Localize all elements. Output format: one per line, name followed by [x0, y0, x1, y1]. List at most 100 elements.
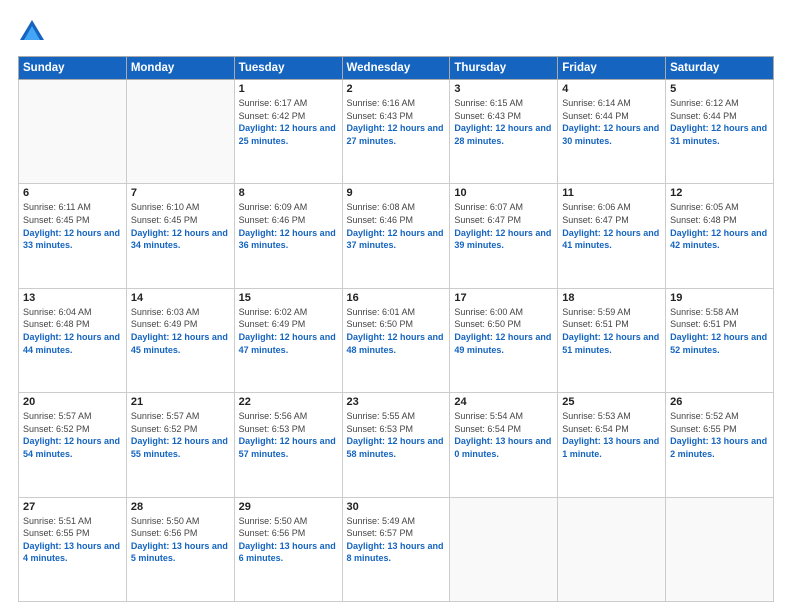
day-info: Sunrise: 5:59 AMSunset: 6:51 PMDaylight:…: [562, 306, 661, 356]
day-number: 11: [562, 187, 661, 199]
daylight-hours: Daylight: 12 hours and 31 minutes.: [670, 123, 767, 146]
daylight-hours: Daylight: 12 hours and 30 minutes.: [562, 123, 659, 146]
day-info: Sunrise: 6:03 AMSunset: 6:49 PMDaylight:…: [131, 306, 230, 356]
day-number: 13: [23, 292, 122, 304]
calendar-week-row: 6 Sunrise: 6:11 AMSunset: 6:45 PMDaylight…: [19, 184, 774, 288]
day-info: Sunrise: 6:17 AMSunset: 6:42 PMDaylight:…: [239, 97, 338, 147]
logo: [18, 18, 48, 46]
day-info: Sunrise: 6:05 AMSunset: 6:48 PMDaylight:…: [670, 201, 769, 251]
header: [18, 18, 774, 46]
day-info: Sunrise: 6:02 AMSunset: 6:49 PMDaylight:…: [239, 306, 338, 356]
day-number: 5: [670, 83, 769, 95]
day-info: Sunrise: 6:00 AMSunset: 6:50 PMDaylight:…: [454, 306, 553, 356]
calendar-cell: 16Sunrise: 6:01 AMSunset: 6:50 PMDayligh…: [342, 288, 450, 392]
daylight-hours: Daylight: 12 hours and 52 minutes.: [670, 332, 767, 355]
calendar-cell: [450, 497, 558, 601]
day-info: Sunrise: 5:51 AMSunset: 6:55 PMDaylight:…: [23, 515, 122, 565]
day-number: 8: [239, 187, 338, 199]
logo-icon: [18, 18, 46, 46]
day-info: Sunrise: 5:57 AMSunset: 6:52 PMDaylight:…: [131, 410, 230, 460]
day-number: 30: [347, 501, 446, 513]
day-info: Sunrise: 6:04 AMSunset: 6:48 PMDaylight:…: [23, 306, 122, 356]
calendar-cell: 12 Sunrise: 6:05 AMSunset: 6:48 PMDayligh…: [666, 184, 774, 288]
day-info: Sunrise: 5:52 AMSunset: 6:55 PMDaylight:…: [670, 410, 769, 460]
day-info: Sunrise: 6:15 AMSunset: 6:43 PMDaylight:…: [454, 97, 553, 147]
calendar-table: SundayMondayTuesdayWednesdayThursdayFrid…: [18, 56, 774, 602]
day-info: Sunrise: 5:54 AMSunset: 6:54 PMDaylight:…: [454, 410, 553, 460]
calendar-cell: 8 Sunrise: 6:09 AMSunset: 6:46 PMDaylight…: [234, 184, 342, 288]
daylight-hours: Daylight: 12 hours and 57 minutes.: [239, 436, 336, 459]
calendar-cell: 30Sunrise: 5:49 AMSunset: 6:57 PMDayligh…: [342, 497, 450, 601]
calendar-cell: 24Sunrise: 5:54 AMSunset: 6:54 PMDayligh…: [450, 393, 558, 497]
day-info: Sunrise: 6:09 AMSunset: 6:46 PMDaylight:…: [239, 201, 338, 251]
calendar-page: SundayMondayTuesdayWednesdayThursdayFrid…: [0, 0, 792, 612]
daylight-hours: Daylight: 12 hours and 39 minutes.: [454, 228, 551, 251]
daylight-hours: Daylight: 12 hours and 48 minutes.: [347, 332, 444, 355]
calendar-cell: 17Sunrise: 6:00 AMSunset: 6:50 PMDayligh…: [450, 288, 558, 392]
day-number: 25: [562, 396, 661, 408]
daylight-hours: Daylight: 13 hours and 5 minutes.: [131, 541, 228, 564]
calendar-cell: 20 Sunrise: 5:57 AMSunset: 6:52 PMDayligh…: [19, 393, 127, 497]
day-number: 29: [239, 501, 338, 513]
daylight-hours: Daylight: 12 hours and 58 minutes.: [347, 436, 444, 459]
day-number: 28: [131, 501, 230, 513]
daylight-hours: Daylight: 12 hours and 37 minutes.: [347, 228, 444, 251]
calendar-cell: [126, 80, 234, 184]
day-info: Sunrise: 5:58 AMSunset: 6:51 PMDaylight:…: [670, 306, 769, 356]
daylight-hours: Daylight: 12 hours and 42 minutes.: [670, 228, 767, 251]
daylight-hours: Daylight: 13 hours and 6 minutes.: [239, 541, 336, 564]
daylight-hours: Daylight: 13 hours and 8 minutes.: [347, 541, 444, 564]
day-number: 12: [670, 187, 769, 199]
calendar-cell: 25Sunrise: 5:53 AMSunset: 6:54 PMDayligh…: [558, 393, 666, 497]
day-number: 19: [670, 292, 769, 304]
daylight-hours: Daylight: 13 hours and 4 minutes.: [23, 541, 120, 564]
calendar-cell: [558, 497, 666, 601]
calendar-week-row: 27 Sunrise: 5:51 AMSunset: 6:55 PMDayligh…: [19, 497, 774, 601]
calendar-cell: 11Sunrise: 6:06 AMSunset: 6:47 PMDayligh…: [558, 184, 666, 288]
daylight-hours: Daylight: 12 hours and 55 minutes.: [131, 436, 228, 459]
day-info: Sunrise: 6:07 AMSunset: 6:47 PMDaylight:…: [454, 201, 553, 251]
day-number: 27: [23, 501, 122, 513]
day-number: 15: [239, 292, 338, 304]
day-info: Sunrise: 6:10 AMSunset: 6:45 PMDaylight:…: [131, 201, 230, 251]
day-info: Sunrise: 6:16 AMSunset: 6:43 PMDaylight:…: [347, 97, 446, 147]
daylight-hours: Daylight: 13 hours and 0 minutes.: [454, 436, 551, 459]
day-info: Sunrise: 5:50 AMSunset: 6:56 PMDaylight:…: [239, 515, 338, 565]
daylight-hours: Daylight: 12 hours and 45 minutes.: [131, 332, 228, 355]
weekday-header: Saturday: [666, 57, 774, 80]
daylight-hours: Daylight: 12 hours and 33 minutes.: [23, 228, 120, 251]
day-info: Sunrise: 5:55 AMSunset: 6:53 PMDaylight:…: [347, 410, 446, 460]
weekday-header: Tuesday: [234, 57, 342, 80]
calendar-cell: 14Sunrise: 6:03 AMSunset: 6:49 PMDayligh…: [126, 288, 234, 392]
day-number: 10: [454, 187, 553, 199]
calendar-cell: 1Sunrise: 6:17 AMSunset: 6:42 PMDaylight…: [234, 80, 342, 184]
weekday-header: Wednesday: [342, 57, 450, 80]
day-info: Sunrise: 5:57 AMSunset: 6:52 PMDaylight:…: [23, 410, 122, 460]
day-info: Sunrise: 6:11 AMSunset: 6:45 PMDaylight:…: [23, 201, 122, 251]
calendar-cell: [666, 497, 774, 601]
daylight-hours: Daylight: 12 hours and 51 minutes.: [562, 332, 659, 355]
daylight-hours: Daylight: 12 hours and 36 minutes.: [239, 228, 336, 251]
weekday-header: Sunday: [19, 57, 127, 80]
day-number: 20: [23, 396, 122, 408]
calendar-cell: 26 Sunrise: 5:52 AMSunset: 6:55 PMDayligh…: [666, 393, 774, 497]
day-info: Sunrise: 6:14 AMSunset: 6:44 PMDaylight:…: [562, 97, 661, 147]
calendar-cell: 6 Sunrise: 6:11 AMSunset: 6:45 PMDaylight…: [19, 184, 127, 288]
day-number: 21: [131, 396, 230, 408]
calendar-cell: 29 Sunrise: 5:50 AMSunset: 6:56 PMDayligh…: [234, 497, 342, 601]
daylight-hours: Daylight: 12 hours and 54 minutes.: [23, 436, 120, 459]
day-number: 26: [670, 396, 769, 408]
calendar-cell: 5Sunrise: 6:12 AMSunset: 6:44 PMDaylight…: [666, 80, 774, 184]
day-number: 23: [347, 396, 446, 408]
daylight-hours: Daylight: 12 hours and 28 minutes.: [454, 123, 551, 146]
daylight-hours: Daylight: 12 hours and 44 minutes.: [23, 332, 120, 355]
calendar-week-row: 13 Sunrise: 6:04 AMSunset: 6:48 PMDayligh…: [19, 288, 774, 392]
day-info: Sunrise: 5:56 AMSunset: 6:53 PMDaylight:…: [239, 410, 338, 460]
calendar-cell: 9Sunrise: 6:08 AMSunset: 6:46 PMDaylight…: [342, 184, 450, 288]
day-number: 16: [347, 292, 446, 304]
day-number: 6: [23, 187, 122, 199]
day-number: 18: [562, 292, 661, 304]
weekday-header: Monday: [126, 57, 234, 80]
day-number: 4: [562, 83, 661, 95]
weekday-header: Friday: [558, 57, 666, 80]
